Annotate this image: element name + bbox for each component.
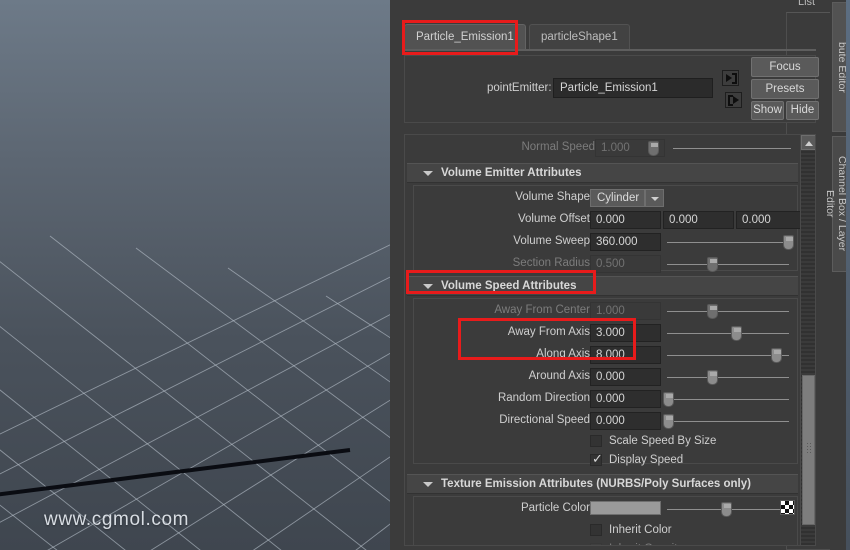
along-axis-slider-knob[interactable] [771, 348, 782, 363]
row-volume-shape: Volume Shape Cylinder [405, 188, 798, 209]
chevron-down-icon [423, 482, 433, 487]
point-emitter-label: pointEmitter: [487, 82, 552, 94]
section-radius-slider-track[interactable] [667, 264, 789, 265]
grip-icon [806, 442, 813, 453]
random-direction-slider-knob[interactable] [663, 392, 674, 407]
normal-speed-slider-knob[interactable] [648, 141, 659, 156]
volume-sweep-label: Volume Sweep [513, 235, 590, 247]
viewport-3d[interactable]: www.cgmol.com [0, 0, 390, 550]
row-particle-color: Particle Color [405, 499, 798, 520]
along-axis-input[interactable]: 8.000 [590, 346, 661, 364]
point-emitter-name-input[interactable]: Particle_Emission1 [553, 78, 713, 98]
directional-speed-label: Directional Speed [499, 414, 590, 426]
directional-speed-input[interactable]: 0.000 [590, 412, 661, 430]
vertical-scrollbar[interactable] [800, 135, 815, 545]
focus-button[interactable]: Focus [751, 57, 819, 77]
section-title: Volume Emitter Attributes [441, 167, 582, 179]
volume-offset-y-input[interactable]: 0.000 [663, 211, 734, 229]
row-along-axis: Along Axis 8.000 [405, 345, 798, 366]
attributes-scroll-area[interactable]: Normal Speed 1.000 Volume Emitter Attrib… [404, 134, 816, 546]
around-axis-input[interactable]: 0.000 [590, 368, 661, 386]
row-away-from-center: Away From Center 1.000 [405, 301, 798, 322]
section-texture-emission-attributes[interactable]: Texture Emission Attributes (NURBS/Poly … [407, 474, 798, 494]
row-volume-sweep: Volume Sweep 360.000 [405, 232, 798, 253]
particle-color-swatch[interactable] [590, 501, 661, 515]
normal-speed-slider-track[interactable] [673, 148, 791, 149]
away-from-center-slider-track[interactable] [667, 311, 789, 312]
row-section-radius: Section Radius 0.500 [405, 254, 798, 275]
scale-speed-by-size-checkbox[interactable] [590, 435, 602, 447]
row-normal-speed: Normal Speed 1.000 [405, 138, 798, 159]
inherit-color-label: Inherit Color [609, 524, 672, 536]
volume-sweep-slider-knob[interactable] [783, 235, 794, 250]
tab-particleshape1[interactable]: particleShape1 [529, 24, 630, 49]
watermark-text: www.cgmol.com [44, 509, 190, 530]
perspective-grid [0, 235, 390, 550]
section-title: Volume Speed Attributes [441, 280, 577, 292]
row-directional-speed: Directional Speed 0.000 [405, 411, 798, 432]
volume-sweep-slider-track[interactable] [667, 242, 789, 243]
chevron-down-icon[interactable] [645, 189, 664, 207]
random-direction-slider-track[interactable] [667, 399, 789, 400]
directional-speed-slider-track[interactable] [667, 421, 789, 422]
row-random-direction: Random Direction 0.000 [405, 389, 798, 410]
scale-speed-by-size-label: Scale Speed By Size [609, 435, 717, 447]
away-from-axis-label: Away From Axis [507, 326, 590, 338]
away-from-center-input[interactable]: 1.000 [590, 302, 661, 320]
inherit-opacity-label: Inherit Opacity [609, 543, 683, 545]
volume-shape-label: Volume Shape [515, 191, 590, 203]
volume-offset-x-input[interactable]: 0.000 [590, 211, 661, 229]
volume-offset-z-input[interactable]: 0.000 [736, 211, 807, 229]
random-direction-input[interactable]: 0.000 [590, 390, 661, 408]
scroll-up-button[interactable] [801, 135, 815, 150]
inherit-opacity-checkbox[interactable] [590, 543, 602, 545]
away-from-axis-input[interactable]: 3.000 [590, 324, 661, 342]
away-from-center-slider-knob[interactable] [707, 304, 718, 319]
volume-shape-select[interactable]: Cylinder [590, 189, 664, 207]
tab-particle-emission1[interactable]: Particle_Emission1 [404, 24, 526, 49]
away-from-axis-slider-knob[interactable] [731, 326, 742, 341]
random-direction-label: Random Direction [497, 392, 590, 404]
window-right-edge [846, 0, 850, 550]
particle-color-slider-knob[interactable] [721, 502, 732, 517]
tab-underline [404, 49, 816, 51]
section-radius-slider-knob[interactable] [707, 257, 718, 272]
show-button[interactable]: Show [751, 101, 784, 120]
inherit-color-checkbox[interactable] [590, 524, 602, 536]
section-volume-emitter-attributes[interactable]: Volume Emitter Attributes [407, 163, 798, 183]
chevron-down-icon [423, 284, 433, 289]
section-radius-label: Section Radius [512, 257, 590, 269]
along-axis-label: Along Axis [536, 348, 590, 360]
around-axis-slider-knob[interactable] [707, 370, 718, 385]
directional-speed-slider-knob[interactable] [663, 414, 674, 429]
around-axis-label: Around Axis [528, 370, 590, 382]
output-connection-icon[interactable] [725, 92, 742, 108]
volume-sweep-input[interactable]: 360.000 [590, 233, 661, 251]
section-title: Texture Emission Attributes (NURBS/Poly … [441, 478, 751, 490]
row-away-from-axis: Away From Axis 3.000 [405, 323, 798, 344]
normal-speed-label: Normal Speed [521, 141, 595, 153]
texture-map-icon[interactable] [780, 500, 795, 515]
maya-window: www.cgmol.com List Selected Focus Attrib… [0, 0, 850, 550]
row-volume-offset: Volume Offset 0.000 0.000 0.000 [405, 210, 807, 231]
away-from-center-label: Away From Center [494, 304, 590, 316]
node-tabs: Particle_Emission1 particleShape1 [404, 24, 816, 50]
particle-color-label: Particle Color [520, 502, 590, 514]
input-connection-icon[interactable] [722, 70, 739, 86]
hide-button[interactable]: Hide [786, 101, 819, 120]
menu-item-list[interactable]: List [798, 0, 815, 8]
scrollbar-thumb[interactable] [802, 375, 815, 525]
chevron-down-icon [423, 171, 433, 176]
volume-offset-label: Volume Offset [517, 213, 590, 225]
row-around-axis: Around Axis 0.000 [405, 367, 798, 388]
presets-button[interactable]: Presets [751, 79, 819, 99]
section-volume-speed-attributes[interactable]: Volume Speed Attributes [407, 276, 798, 296]
section-radius-input[interactable]: 0.500 [590, 255, 661, 273]
display-speed-label: Display Speed [609, 454, 684, 466]
check-icon: ✓ [592, 451, 603, 466]
away-from-axis-slider-track[interactable] [667, 333, 789, 334]
around-axis-slider-track[interactable] [667, 377, 789, 378]
display-speed-checkbox[interactable]: ✓ [590, 451, 603, 466]
